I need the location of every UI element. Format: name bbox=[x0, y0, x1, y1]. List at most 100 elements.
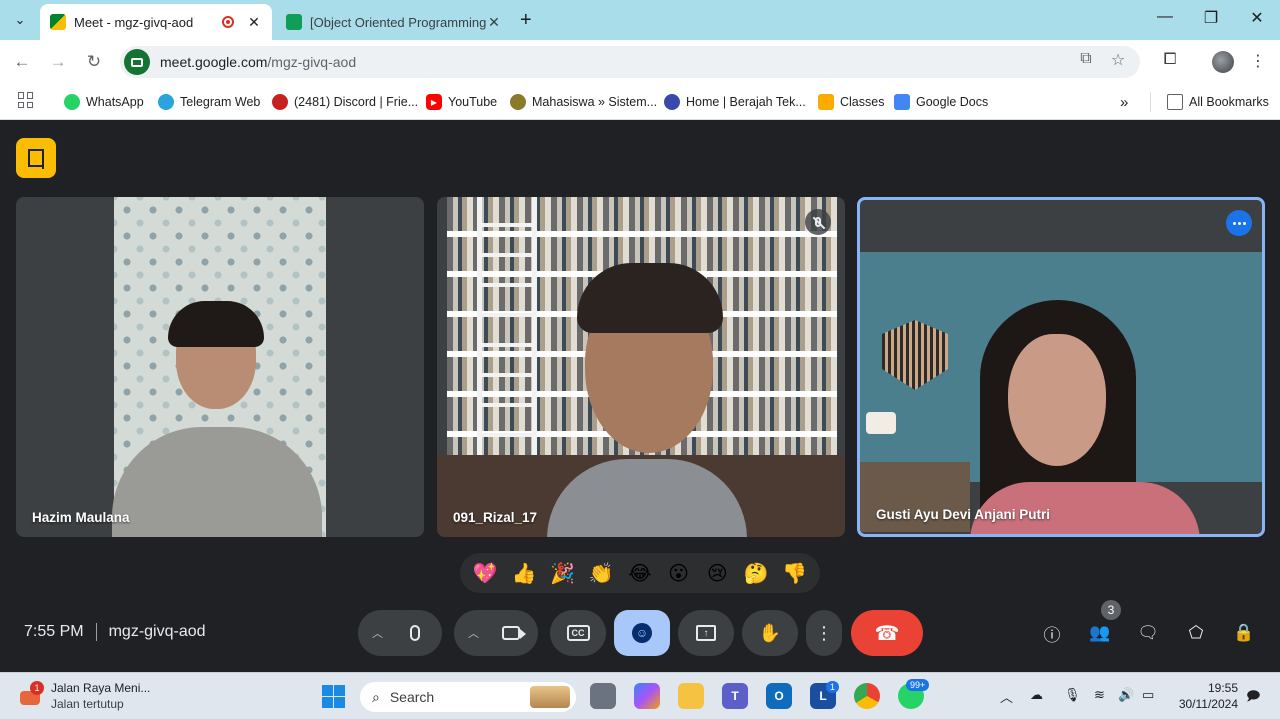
more-bookmarks-icon[interactable]: » bbox=[1120, 92, 1128, 112]
volume-icon[interactable]: 🔊 bbox=[1118, 687, 1134, 703]
participant-tile[interactable]: 091_Rizal_17 bbox=[437, 197, 845, 537]
extensions-icon[interactable]: ⧠ bbox=[1158, 51, 1182, 69]
video-options-icon[interactable]: ︿ bbox=[468, 625, 479, 641]
more-options-icon[interactable] bbox=[1226, 210, 1252, 236]
all-bookmarks-button[interactable]: All Bookmarks bbox=[1150, 92, 1269, 112]
wifi-icon[interactable]: ≋ bbox=[1094, 687, 1105, 703]
restore-icon[interactable]: ❐ bbox=[1188, 8, 1234, 28]
back-icon[interactable]: ← bbox=[10, 50, 34, 74]
tab-search-button[interactable]: ⌄ bbox=[8, 8, 32, 32]
google-meet-icon bbox=[50, 14, 66, 30]
participant-tile-speaking[interactable]: Gusti Ayu Devi Anjani Putri bbox=[857, 197, 1265, 537]
leave-companion-icon[interactable] bbox=[16, 138, 56, 178]
reaction-laugh[interactable]: 😂 bbox=[622, 561, 658, 585]
close-tab-icon[interactable]: ✕ bbox=[246, 14, 262, 31]
new-tab-button[interactable]: + bbox=[520, 9, 532, 32]
reaction-thumbs-down[interactable]: 👎 bbox=[777, 561, 813, 585]
outlook-icon[interactable]: O bbox=[766, 683, 792, 709]
bookmark-telegram[interactable]: Telegram Web bbox=[158, 92, 260, 112]
windows-start-icon[interactable] bbox=[322, 685, 345, 708]
mic-control: ︿ bbox=[358, 610, 442, 656]
task-view-icon[interactable] bbox=[590, 683, 616, 709]
reload-icon[interactable]: ↻ bbox=[82, 50, 106, 74]
bookmark-star-icon[interactable]: ☆ bbox=[1106, 50, 1130, 70]
raise-hand-button[interactable]: ✋ bbox=[742, 610, 798, 656]
tab-title: Meet - mgz-givq-aod bbox=[74, 14, 194, 30]
present-screen-icon: ↑ bbox=[696, 625, 716, 641]
tab-oop-sheet[interactable]: [Object Oriented Programming ✕ bbox=[276, 4, 512, 40]
taskbar-search[interactable]: ⌕ Search bbox=[360, 682, 576, 712]
bookmark-whatsapp[interactable]: WhatsApp bbox=[64, 92, 144, 112]
discord-icon bbox=[272, 94, 288, 110]
microphone-tray-icon[interactable]: 🎙 bbox=[1064, 687, 1081, 703]
captions-button[interactable]: CC bbox=[550, 610, 606, 656]
taskbar-time[interactable]: 19:55 bbox=[1176, 681, 1238, 695]
teams-icon[interactable]: T bbox=[722, 683, 748, 709]
profile-avatar[interactable] bbox=[1212, 51, 1234, 73]
search-highlight-image bbox=[530, 686, 570, 708]
widget-badge: 1 bbox=[30, 681, 44, 695]
participant-name: Gusti Ayu Devi Anjani Putri bbox=[876, 507, 1051, 522]
folder-icon bbox=[1167, 94, 1183, 110]
close-window-icon[interactable]: ✕ bbox=[1234, 8, 1280, 28]
minimize-icon[interactable]: — bbox=[1142, 8, 1188, 26]
meeting-time: 7:55 PM bbox=[24, 623, 84, 640]
close-tab-icon[interactable]: ✕ bbox=[486, 14, 502, 31]
camera-button[interactable] bbox=[488, 610, 534, 656]
widget-title[interactable]: Jalan Raya Meni... bbox=[51, 681, 150, 695]
site-info-icon[interactable] bbox=[124, 49, 150, 75]
windows-taskbar: 1 Jalan Raya Meni... Jalan tertutup ⌕ Se… bbox=[0, 672, 1280, 719]
tab-title: [Object Oriented Programming bbox=[310, 14, 486, 30]
bookmark-google-docs[interactable]: Google Docs bbox=[894, 92, 988, 112]
emoji-icon: ☺ bbox=[632, 623, 652, 643]
camera-icon bbox=[502, 626, 526, 640]
traffic-widget-icon[interactable]: 1 bbox=[18, 681, 44, 707]
onedrive-icon[interactable]: ☁ bbox=[1030, 687, 1043, 703]
browser-menu-icon[interactable]: ⋮ bbox=[1246, 51, 1270, 71]
more-vert-icon: ⋮ bbox=[815, 622, 833, 643]
meeting-details-icon[interactable]: ⓘ bbox=[1038, 619, 1066, 647]
participant-tile[interactable]: Hazim Maulana bbox=[16, 197, 424, 537]
notifications-icon[interactable]: 🗩 bbox=[1246, 687, 1260, 709]
reaction-heart[interactable]: 💖 bbox=[467, 561, 503, 585]
chrome-icon[interactable] bbox=[854, 683, 880, 709]
file-explorer-icon[interactable] bbox=[678, 683, 704, 709]
reactions-button[interactable]: ☺ bbox=[614, 610, 670, 656]
leave-call-button[interactable]: ☎ bbox=[851, 610, 923, 656]
chat-icon[interactable]: 🗨 bbox=[1134, 619, 1162, 647]
present-button[interactable]: ↑ bbox=[678, 610, 734, 656]
classroom-icon bbox=[818, 94, 834, 110]
bookmarks-bar: WhatsApp Telegram Web (2481) Discord | F… bbox=[0, 84, 1280, 120]
end-call-icon: ☎ bbox=[874, 622, 900, 645]
battery-icon[interactable]: ▭ bbox=[1142, 687, 1154, 703]
audio-options-icon[interactable]: ︿ bbox=[372, 625, 383, 641]
taskbar-date[interactable]: 30/11/2024 bbox=[1172, 697, 1238, 711]
people-icon[interactable]: 👥 bbox=[1086, 619, 1114, 647]
copilot-icon[interactable] bbox=[634, 683, 660, 709]
microphone-button[interactable] bbox=[392, 610, 438, 656]
bookmark-classes[interactable]: Classes bbox=[818, 92, 884, 112]
reaction-clap[interactable]: 👏 bbox=[583, 561, 619, 585]
bookmark-youtube[interactable]: ▶ YouTube bbox=[426, 92, 497, 112]
browser-toolbar: ← → ↻ meet.google.com/mgz-givq-aod ⧉ ☆ ⧠… bbox=[0, 40, 1280, 84]
reaction-thinking[interactable]: 🤔 bbox=[738, 561, 774, 585]
open-in-app-icon[interactable]: ⧉ bbox=[1074, 50, 1098, 68]
address-bar[interactable]: meet.google.com/mgz-givq-aod ⧉ ☆ bbox=[120, 46, 1140, 78]
tab-meet[interactable]: Meet - mgz-givq-aod ✕ bbox=[40, 4, 272, 40]
forward-icon[interactable]: → bbox=[46, 50, 70, 74]
reaction-thumbs-up[interactable]: 👍 bbox=[506, 561, 542, 585]
meet-stage: Hazim Maulana 091_Rizal_17 Gusti Ayu Dev… bbox=[0, 121, 1280, 672]
bookmark-mahasiswa[interactable]: Mahasiswa » Sistem... bbox=[510, 92, 657, 112]
telegram-icon bbox=[158, 94, 174, 110]
show-hidden-icons[interactable]: ︿ bbox=[1000, 687, 1013, 706]
apps-grid-icon[interactable] bbox=[18, 92, 34, 108]
reaction-party[interactable]: 🎉 bbox=[545, 561, 581, 585]
bookmark-berajah[interactable]: Home | Berajah Tek... bbox=[664, 92, 806, 112]
captions-icon: CC bbox=[566, 625, 590, 641]
reaction-surprised[interactable]: 😮 bbox=[661, 561, 697, 585]
host-controls-icon[interactable]: 🔒 bbox=[1230, 619, 1258, 647]
more-options-button[interactable]: ⋮ bbox=[806, 610, 842, 656]
reaction-sad[interactable]: 😢 bbox=[699, 561, 735, 585]
activities-icon[interactable]: ⬠ bbox=[1182, 619, 1210, 647]
bookmark-discord[interactable]: (2481) Discord | Frie... bbox=[272, 92, 418, 112]
